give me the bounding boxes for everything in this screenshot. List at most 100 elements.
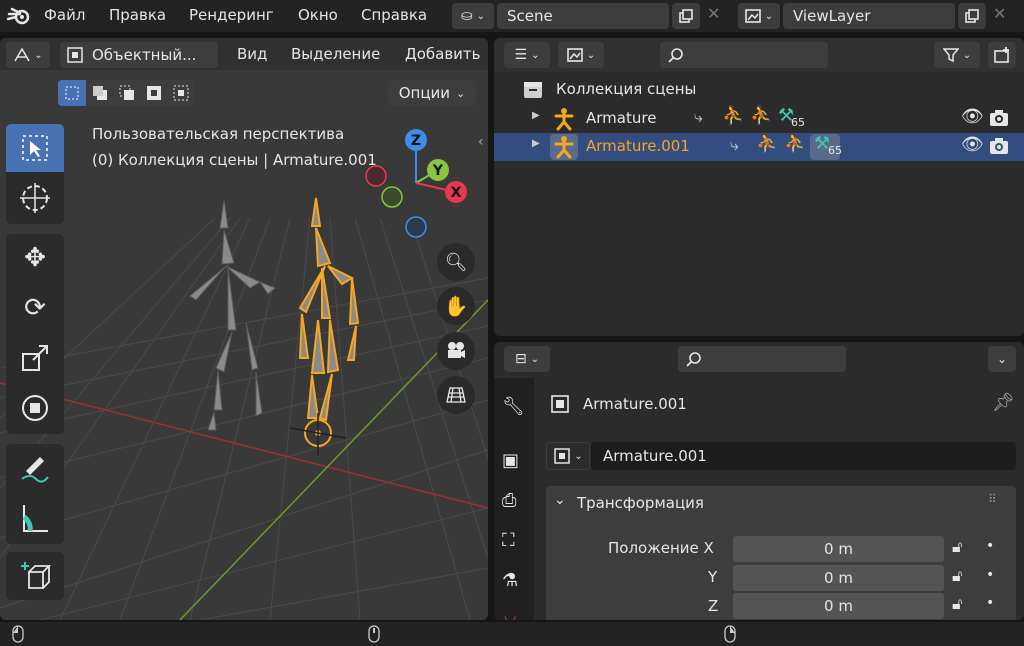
expand-arrow-icon[interactable]: ▶ — [532, 110, 540, 121]
menu-add[interactable]: Добавить — [405, 45, 481, 63]
select-invert-button[interactable] — [140, 80, 167, 106]
location-y-field[interactable]: 0 m — [733, 565, 944, 591]
lock-icon[interactable]: 🔓︎ — [952, 537, 962, 557]
collection-row[interactable]: Коллекция сцены — [494, 76, 1024, 104]
cursor-tool[interactable] — [6, 174, 64, 222]
navigation-gizmo[interactable]: Z Y X — [358, 126, 478, 241]
move-tool[interactable]: ✥ — [6, 234, 64, 282]
outliner-row-armature[interactable]: ▶ Armature ⤷ ⛹ ⛹ ⚒ 65 👁︎ — [494, 105, 1024, 133]
properties-options-button[interactable]: ⌄ — [988, 346, 1016, 372]
select-intersect-button[interactable] — [167, 80, 194, 106]
viewlayer-selector[interactable]: ⌄ — [738, 3, 780, 29]
outliner-row-armature-001[interactable]: ▶ Armature.001 ⤷ ⛹ ⛹ ⚒ 65 👁︎ — [494, 133, 1024, 161]
display-mode-selector[interactable]: ⌄ — [558, 42, 604, 68]
mouse-middle-icon — [368, 625, 380, 643]
lock-icon[interactable]: 🔓︎ — [952, 594, 962, 614]
collection-icon — [524, 82, 542, 98]
location-x-field[interactable]: 0 m — [733, 536, 944, 562]
select-box-tool[interactable] — [6, 124, 64, 172]
select-extend-button[interactable] — [86, 80, 113, 106]
pose-icon: ⛹ — [756, 133, 779, 154]
close-scene-icon[interactable]: ✕ — [707, 4, 720, 23]
annotate-tool[interactable] — [6, 444, 64, 492]
blender-logo-icon[interactable] — [6, 5, 32, 27]
ortho-toggle-button[interactable] — [437, 376, 475, 414]
hand-icon: ✋ — [443, 294, 469, 318]
3d-viewport[interactable]: ⌄ Объектный... Вид Выделение Добавить Оп… — [0, 38, 488, 620]
rotate-tool[interactable]: ⟳ — [6, 284, 64, 332]
visibility-eye-icon[interactable]: 👁︎ — [961, 106, 984, 127]
select-subtract-button[interactable] — [113, 80, 140, 106]
tab-scene[interactable]: ⚗ — [502, 570, 518, 591]
location-z-field[interactable]: 0 m — [733, 593, 944, 619]
chevron-down-icon: ⌄ — [456, 86, 466, 100]
toolbar-add-group — [6, 552, 64, 600]
render-camera-icon[interactable] — [989, 137, 1009, 155]
select-new-button[interactable] — [58, 80, 86, 106]
object-type-selector[interactable]: ⌄ — [546, 442, 590, 470]
new-scene-button[interactable] — [672, 3, 700, 29]
add-cube-tool[interactable] — [6, 552, 64, 600]
chevron-down-icon: ⌄ — [531, 49, 540, 61]
tab-view-layer[interactable]: ⛶ — [502, 530, 515, 551]
drag-handle-icon[interactable]: ⠿ — [988, 492, 997, 506]
close-viewlayer-icon[interactable]: ✕ — [993, 4, 1006, 23]
tab-tool[interactable]: 🔧︎ — [502, 396, 525, 417]
render-camera-icon[interactable] — [989, 109, 1009, 127]
gizmo-y-label: Y — [432, 163, 444, 179]
scene-name-field[interactable]: Scene — [497, 3, 669, 29]
menu-window[interactable]: Окно — [298, 6, 338, 24]
mode-selector[interactable]: Объектный... — [60, 42, 218, 68]
tab-render[interactable]: ▣ — [502, 450, 519, 471]
properties-search-input[interactable] — [678, 346, 846, 372]
measure-icon — [22, 505, 48, 532]
editor-type-selector[interactable]: ⌄ — [6, 42, 50, 68]
view-perspective-label: Пользовательская перспектива — [92, 125, 345, 143]
search-icon — [668, 48, 683, 63]
object-name: Armature.001 — [586, 137, 690, 155]
menu-select[interactable]: Выделение — [291, 45, 380, 63]
object-name-field[interactable]: Armature.001 — [591, 442, 1016, 470]
toolbar-annotate-group — [6, 444, 64, 544]
zoom-button[interactable]: 🔍︎ — [437, 243, 475, 281]
chevron-down-icon: ⌄ — [554, 492, 566, 508]
copy-icon — [965, 9, 979, 23]
tab-world[interactable]: ◡ — [504, 608, 516, 620]
outliner-search-input[interactable] — [660, 42, 828, 68]
scene-selector[interactable]: ⛀ ⌄ — [452, 3, 494, 29]
measure-tool[interactable] — [6, 494, 64, 542]
filter-dropdown[interactable]: ⌄ — [934, 42, 980, 68]
viewlayer-name-field[interactable]: ViewLayer — [783, 3, 955, 29]
keyframe-dot-icon[interactable]: • — [986, 567, 994, 583]
object-mode-icon — [67, 47, 83, 63]
keyframe-dot-icon[interactable]: • — [986, 538, 994, 554]
menu-view[interactable]: Вид — [237, 45, 267, 63]
new-viewlayer-button[interactable] — [958, 3, 986, 29]
pin-icon[interactable]: 📌︎ — [992, 392, 1015, 413]
object-icon — [551, 395, 569, 413]
transform-panel-header[interactable]: ⌄ Трансформация ⠿ — [546, 486, 1016, 520]
camera-view-button[interactable] — [437, 332, 475, 370]
menu-edit[interactable]: Правка — [109, 6, 166, 24]
armature-data-icon: ⛹ — [784, 133, 807, 154]
location-x-value: 0 m — [824, 540, 853, 558]
menu-help[interactable]: Справка — [361, 6, 427, 24]
bone-count-badge: 65 — [828, 144, 842, 157]
visibility-eye-icon[interactable]: 👁︎ — [961, 134, 984, 155]
options-dropdown[interactable]: Опции ⌄ — [388, 80, 476, 106]
toolbar-transform-group: ✥ ⟳ — [6, 234, 64, 434]
lock-icon[interactable]: 🔓︎ — [952, 566, 962, 586]
properties-editor-type[interactable]: ⊟ ⌄ — [504, 346, 550, 372]
keyframe-dot-icon[interactable]: • — [986, 595, 994, 611]
viewport-header: ⌄ Объектный... Вид Выделение Добавить — [0, 38, 488, 70]
tab-output[interactable]: ⎙ — [502, 490, 516, 511]
transform-tool[interactable] — [6, 384, 64, 432]
outliner-editor-type[interactable]: ☰ ⌄ — [504, 42, 550, 68]
pan-button[interactable]: ✋ — [437, 287, 475, 325]
menu-render[interactable]: Рендеринг — [189, 6, 274, 24]
new-collection-button[interactable] — [988, 42, 1016, 68]
sidebar-toggle-icon[interactable]: ‹ — [478, 134, 484, 150]
expand-arrow-icon[interactable]: ▶ — [532, 138, 540, 149]
menu-file[interactable]: Файл — [44, 6, 85, 24]
scale-tool[interactable] — [6, 334, 64, 382]
